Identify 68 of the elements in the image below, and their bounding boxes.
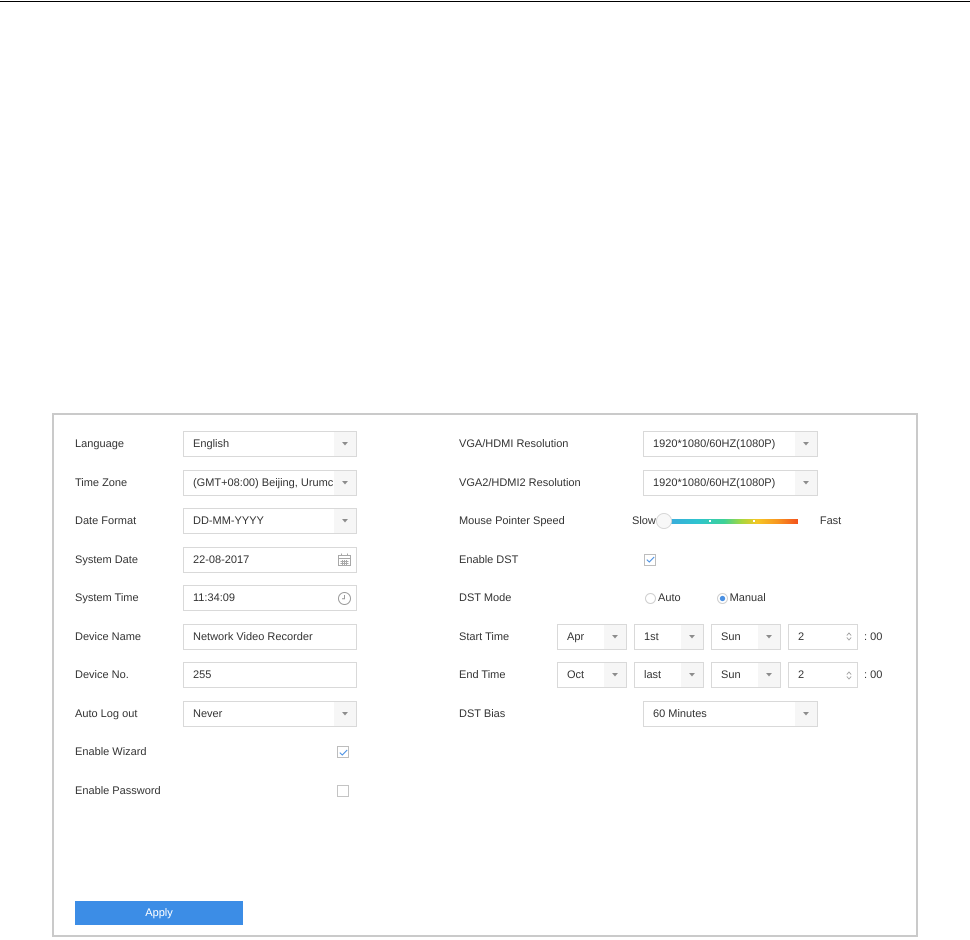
caret-icon xyxy=(681,624,703,648)
setting-label: VGA2/HDMI2 Resolution xyxy=(459,476,582,488)
speed-min-label: Slow xyxy=(632,515,656,527)
minutes-label: : 00 xyxy=(864,630,882,642)
spinner-icon xyxy=(846,632,852,641)
setting-label: Language xyxy=(75,438,125,450)
setting-label: End Time xyxy=(459,669,506,681)
dropdown[interactable]: DD-MM-YYYY xyxy=(183,508,357,534)
spinner-icon xyxy=(846,670,852,680)
calendar-icon xyxy=(338,553,351,566)
setting-label: Device Name xyxy=(75,630,142,642)
dropdown[interactable]: Never xyxy=(183,700,357,726)
checkbox[interactable] xyxy=(644,554,656,566)
minutes-label: : 00 xyxy=(864,669,882,681)
setting-label: Enable Wizard xyxy=(75,746,148,758)
setting-label: System Date xyxy=(75,554,139,566)
dropdown[interactable]: Sun xyxy=(711,662,781,688)
dropdown[interactable]: 1920*1080/60HZ(1080P) xyxy=(643,470,818,496)
text-field[interactable]: 255 xyxy=(183,662,357,688)
caret-icon xyxy=(334,509,356,533)
time-field[interactable]: 11:34:09 xyxy=(183,585,357,611)
tick-mark-icon xyxy=(753,520,756,522)
caret-icon xyxy=(758,624,780,648)
setting-label: DST Bias xyxy=(459,708,506,720)
caret-icon xyxy=(604,663,626,687)
setting-label: Device No. xyxy=(75,669,130,681)
dropdown[interactable]: 1920*1080/60HZ(1080P) xyxy=(643,431,818,457)
dropdown[interactable]: English xyxy=(183,431,357,457)
caret-icon xyxy=(758,663,780,687)
radio-option[interactable]: Manual xyxy=(716,592,766,604)
setting-label: System Time xyxy=(75,592,140,604)
setting-label: Date Format xyxy=(75,515,138,527)
text-field[interactable]: Network Video Recorder xyxy=(183,624,357,650)
caret-icon xyxy=(681,663,703,687)
setting-label: Start Time xyxy=(459,630,510,642)
setting-label: Mouse Pointer Speed xyxy=(459,515,566,527)
dropdown[interactable]: last xyxy=(634,662,704,688)
caret-icon xyxy=(334,432,356,456)
caret-icon xyxy=(795,470,817,494)
caret-icon xyxy=(795,432,817,456)
dropdown[interactable]: 1st xyxy=(634,624,704,650)
hour-spinner[interactable]: 2 xyxy=(788,662,858,688)
tick-mark-icon xyxy=(708,520,710,522)
caret-icon xyxy=(334,702,356,726)
dropdown[interactable]: Oct xyxy=(557,662,627,688)
date-field[interactable]: 22-08-2017 xyxy=(183,546,357,572)
hour-spinner[interactable]: 2 xyxy=(788,624,858,650)
dropdown[interactable]: Sun xyxy=(711,624,781,650)
speed-max-label: Fast xyxy=(820,515,842,527)
setting-label: Time Zone xyxy=(75,476,128,488)
checkmark-icon xyxy=(646,556,654,563)
clock-icon xyxy=(338,592,351,604)
setting-label: Auto Log out xyxy=(75,708,138,720)
caret-icon xyxy=(604,624,626,648)
dropdown[interactable]: (GMT+08:00) Beijing, Urumc xyxy=(183,470,357,496)
setting-label: VGA/HDMI Resolution xyxy=(459,438,570,450)
setting-label: DST Mode xyxy=(459,592,512,604)
caret-icon xyxy=(795,702,817,726)
dropdown[interactable]: 60 Minutes xyxy=(643,700,818,726)
caret-icon xyxy=(334,470,356,494)
checkbox[interactable] xyxy=(337,746,349,758)
setting-label: Enable DST xyxy=(459,554,520,566)
setting-label: Enable Password xyxy=(75,784,162,796)
slider-thumb[interactable] xyxy=(656,513,672,529)
checkbox[interactable] xyxy=(337,784,349,796)
checkmark-icon xyxy=(338,748,348,756)
dropdown[interactable]: Apr xyxy=(557,624,627,650)
radio-option[interactable]: Auto xyxy=(645,592,681,604)
